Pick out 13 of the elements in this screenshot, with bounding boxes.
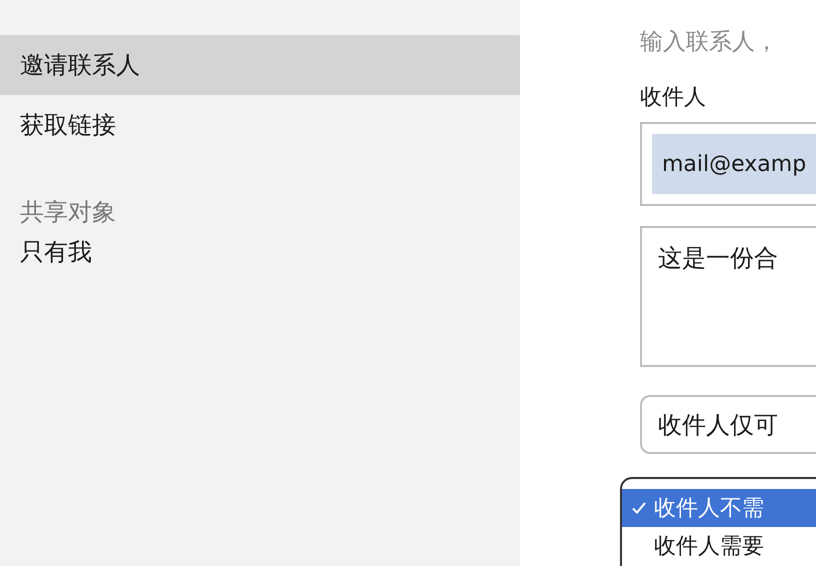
recipients-field[interactable]: mail@examp bbox=[640, 122, 816, 206]
sidebar-item[interactable]: 只有我 bbox=[0, 227, 520, 277]
menu-option[interactable]: 收件人不需 bbox=[622, 489, 816, 527]
check-icon bbox=[631, 500, 647, 516]
section-title: 共享对象 bbox=[19, 197, 117, 227]
menu-option[interactable]: 收件人需要 bbox=[622, 527, 816, 565]
sidebar-item[interactable]: 邀请联系人 bbox=[0, 35, 520, 95]
hint-text: 输入联系人， bbox=[640, 28, 779, 57]
permission-select[interactable]: 收件人仅可 bbox=[640, 395, 816, 454]
message-field[interactable]: 这是一份合 bbox=[640, 226, 816, 367]
field-label: 收件人 bbox=[640, 84, 707, 112]
recipient-chip[interactable]: mail@examp bbox=[652, 134, 816, 194]
sidebar-item[interactable]: 获取链接 bbox=[0, 95, 520, 155]
